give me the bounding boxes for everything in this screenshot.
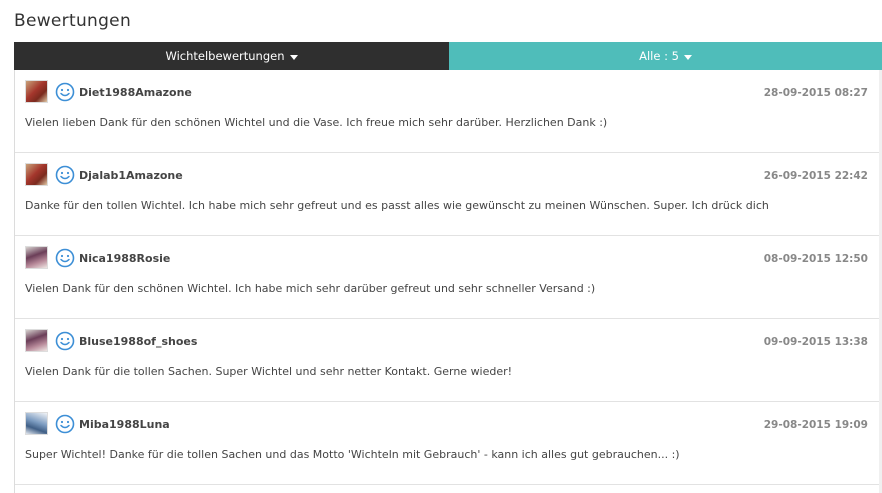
review-date: 26-09-2015 22:42 bbox=[763, 170, 868, 182]
tab-filter-all[interactable]: Alle : 5 bbox=[449, 42, 882, 70]
filter-tabbar: Wichtelbewertungen Alle : 5 bbox=[14, 42, 882, 70]
list-item: Diet1988Amazone 28-09-2015 08:27 Vielen … bbox=[15, 70, 882, 153]
review-username[interactable]: Nica1988Rosie bbox=[79, 252, 170, 265]
avatar[interactable] bbox=[25, 412, 48, 435]
review-date: 28-09-2015 08:27 bbox=[763, 87, 868, 99]
page-title: Bewertungen bbox=[14, 11, 132, 31]
review-list: Diet1988Amazone 28-09-2015 08:27 Vielen … bbox=[14, 70, 882, 493]
smiley-icon bbox=[55, 414, 75, 434]
list-item: Djalab1Amazone 26-09-2015 22:42 Danke fü… bbox=[15, 153, 882, 236]
avatar[interactable] bbox=[25, 329, 48, 352]
review-comment: Vielen lieben Dank für den schönen Wicht… bbox=[25, 116, 608, 129]
avatar[interactable] bbox=[25, 163, 48, 186]
avatar[interactable] bbox=[25, 246, 48, 269]
list-item: Nica1988Rosie 08-09-2015 12:50 Vielen Da… bbox=[15, 236, 882, 319]
smiley-icon bbox=[55, 82, 75, 102]
smiley-icon bbox=[55, 248, 75, 268]
tab-label: Alle : 5 bbox=[639, 49, 679, 63]
review-username[interactable]: Djalab1Amazone bbox=[79, 169, 183, 182]
review-username[interactable]: Miba1988Luna bbox=[79, 418, 170, 431]
smiley-icon bbox=[55, 165, 75, 185]
review-username[interactable]: Diet1988Amazone bbox=[79, 86, 192, 99]
list-item: Bluse1988of_shoes 09-09-2015 13:38 Viele… bbox=[15, 319, 882, 402]
review-comment: Danke für den tollen Wichtel. Ich habe m… bbox=[25, 199, 769, 212]
review-date: 09-09-2015 13:38 bbox=[763, 336, 868, 348]
review-username[interactable]: Bluse1988of_shoes bbox=[79, 335, 197, 348]
tab-wichtelbewertungen[interactable]: Wichtelbewertungen bbox=[14, 42, 449, 70]
review-comment: Super Wichtel! Danke für die tollen Sach… bbox=[25, 448, 680, 461]
review-comment: Vielen Dank für den schönen Wichtel. Ich… bbox=[25, 282, 596, 295]
review-date: 29-08-2015 19:09 bbox=[763, 419, 868, 431]
list-item: Miba1988Luna 29-08-2015 19:09 Super Wich… bbox=[15, 402, 882, 485]
avatar[interactable] bbox=[25, 80, 48, 103]
review-date: 08-09-2015 12:50 bbox=[763, 253, 868, 265]
review-comment: Vielen Dank für die tollen Sachen. Super… bbox=[25, 365, 513, 378]
caret-down-icon bbox=[683, 54, 692, 60]
tab-label: Wichtelbewertungen bbox=[165, 49, 285, 63]
smiley-icon bbox=[55, 331, 75, 351]
caret-down-icon bbox=[289, 54, 298, 60]
